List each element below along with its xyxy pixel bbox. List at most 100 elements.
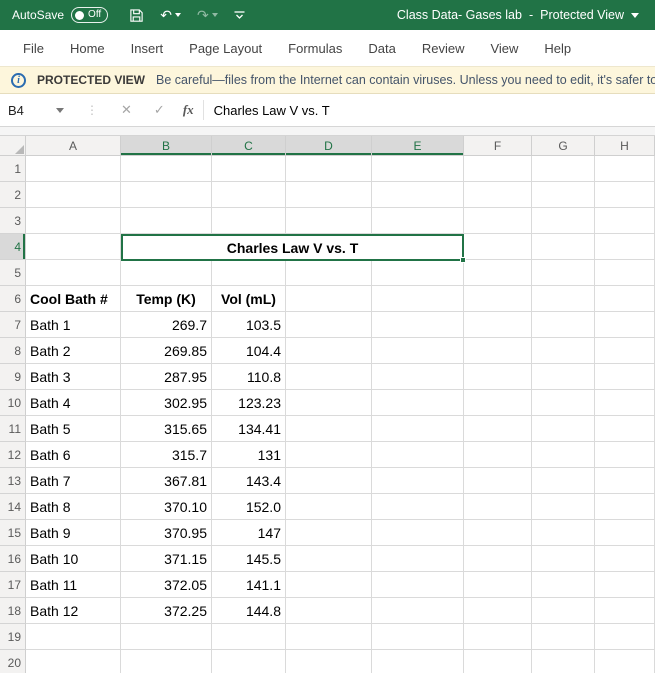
cell-F1[interactable] — [464, 156, 532, 182]
cell-E5[interactable] — [372, 260, 464, 286]
cell-H13[interactable] — [595, 468, 655, 494]
cell-D15[interactable] — [286, 520, 372, 546]
row-header-13[interactable]: 13 — [0, 468, 26, 494]
cell-E6[interactable] — [372, 286, 464, 312]
row-header-14[interactable]: 14 — [0, 494, 26, 520]
cell-D12[interactable] — [286, 442, 372, 468]
cell-G12[interactable] — [532, 442, 595, 468]
cell-A18[interactable]: Bath 12 — [26, 598, 121, 624]
cell-G10[interactable] — [532, 390, 595, 416]
cell-G4[interactable] — [532, 234, 595, 260]
cancel-button[interactable]: ✕ — [110, 102, 143, 118]
cell-C6[interactable]: Vol (mL) — [212, 286, 286, 312]
cell-B16[interactable]: 371.15 — [121, 546, 212, 572]
cell-F11[interactable] — [464, 416, 532, 442]
cell-H1[interactable] — [595, 156, 655, 182]
column-header-e[interactable]: E — [372, 136, 464, 156]
cell-H18[interactable] — [595, 598, 655, 624]
row-header-1[interactable]: 1 — [0, 156, 26, 182]
cell-D17[interactable] — [286, 572, 372, 598]
cell-D1[interactable] — [286, 156, 372, 182]
cell-H4[interactable] — [595, 234, 655, 260]
cell-D9[interactable] — [286, 364, 372, 390]
cell-D8[interactable] — [286, 338, 372, 364]
cell-H15[interactable] — [595, 520, 655, 546]
cell-B13[interactable]: 367.81 — [121, 468, 212, 494]
cell-C14[interactable]: 152.0 — [212, 494, 286, 520]
cell-B6[interactable]: Temp (K) — [121, 286, 212, 312]
cell-E15[interactable] — [372, 520, 464, 546]
cell-A9[interactable]: Bath 3 — [26, 364, 121, 390]
cell-H12[interactable] — [595, 442, 655, 468]
row-header-11[interactable]: 11 — [0, 416, 26, 442]
cell-D19[interactable] — [286, 624, 372, 650]
column-header-h[interactable]: H — [595, 136, 655, 156]
cell-G6[interactable] — [532, 286, 595, 312]
column-header-g[interactable]: G — [532, 136, 595, 156]
cell-A17[interactable]: Bath 11 — [26, 572, 121, 598]
cell-B20[interactable] — [121, 650, 212, 673]
cell-E2[interactable] — [372, 182, 464, 208]
selected-merged-cell-B4[interactable]: Charles Law V vs. T — [121, 234, 466, 263]
cell-D6[interactable] — [286, 286, 372, 312]
cell-C18[interactable]: 144.8 — [212, 598, 286, 624]
cell-B17[interactable]: 372.05 — [121, 572, 212, 598]
cell-A10[interactable]: Bath 4 — [26, 390, 121, 416]
cell-F9[interactable] — [464, 364, 532, 390]
cell-B14[interactable]: 370.10 — [121, 494, 212, 520]
name-box[interactable]: B4 — [0, 94, 72, 126]
cell-D16[interactable] — [286, 546, 372, 572]
cell-H9[interactable] — [595, 364, 655, 390]
cell-G14[interactable] — [532, 494, 595, 520]
cell-A15[interactable]: Bath 9 — [26, 520, 121, 546]
cell-A8[interactable]: Bath 2 — [26, 338, 121, 364]
cell-A6[interactable]: Cool Bath # — [26, 286, 121, 312]
cell-F20[interactable] — [464, 650, 532, 673]
cell-G20[interactable] — [532, 650, 595, 673]
cell-C8[interactable]: 104.4 — [212, 338, 286, 364]
cell-C9[interactable]: 110.8 — [212, 364, 286, 390]
cell-E9[interactable] — [372, 364, 464, 390]
cell-B9[interactable]: 287.95 — [121, 364, 212, 390]
row-header-5[interactable]: 5 — [0, 260, 26, 286]
menu-tab-home[interactable]: Home — [57, 32, 118, 65]
menu-tab-data[interactable]: Data — [355, 32, 408, 65]
cell-C20[interactable] — [212, 650, 286, 673]
cell-E1[interactable] — [372, 156, 464, 182]
menu-tab-file[interactable]: File — [10, 32, 57, 65]
cell-D13[interactable] — [286, 468, 372, 494]
row-header-19[interactable]: 19 — [0, 624, 26, 650]
cell-F4[interactable] — [464, 234, 532, 260]
fill-handle[interactable] — [460, 257, 466, 263]
customize-toolbar-button[interactable] — [229, 9, 250, 22]
name-box-caret-icon[interactable] — [56, 107, 64, 113]
cell-E11[interactable] — [372, 416, 464, 442]
menu-tab-formulas[interactable]: Formulas — [275, 32, 355, 65]
cell-C1[interactable] — [212, 156, 286, 182]
cell-G7[interactable] — [532, 312, 595, 338]
redo-button[interactable]: ↷ — [192, 6, 223, 24]
column-header-a[interactable]: A — [26, 136, 121, 156]
redo-dropdown-caret-icon[interactable] — [211, 13, 218, 17]
cell-C5[interactable] — [212, 260, 286, 286]
cell-D20[interactable] — [286, 650, 372, 673]
cell-G5[interactable] — [532, 260, 595, 286]
undo-dropdown-caret-icon[interactable] — [174, 13, 181, 17]
cell-B3[interactable] — [121, 208, 212, 234]
cell-A2[interactable] — [26, 182, 121, 208]
cell-F15[interactable] — [464, 520, 532, 546]
cell-F19[interactable] — [464, 624, 532, 650]
row-header-2[interactable]: 2 — [0, 182, 26, 208]
cell-C13[interactable]: 143.4 — [212, 468, 286, 494]
row-header-9[interactable]: 9 — [0, 364, 26, 390]
row-header-8[interactable]: 8 — [0, 338, 26, 364]
cell-A20[interactable] — [26, 650, 121, 673]
cell-E18[interactable] — [372, 598, 464, 624]
cell-A19[interactable] — [26, 624, 121, 650]
cell-E19[interactable] — [372, 624, 464, 650]
insert-function-button[interactable]: fx — [176, 102, 203, 118]
cell-H14[interactable] — [595, 494, 655, 520]
cell-C11[interactable]: 134.41 — [212, 416, 286, 442]
cell-F14[interactable] — [464, 494, 532, 520]
cell-E3[interactable] — [372, 208, 464, 234]
